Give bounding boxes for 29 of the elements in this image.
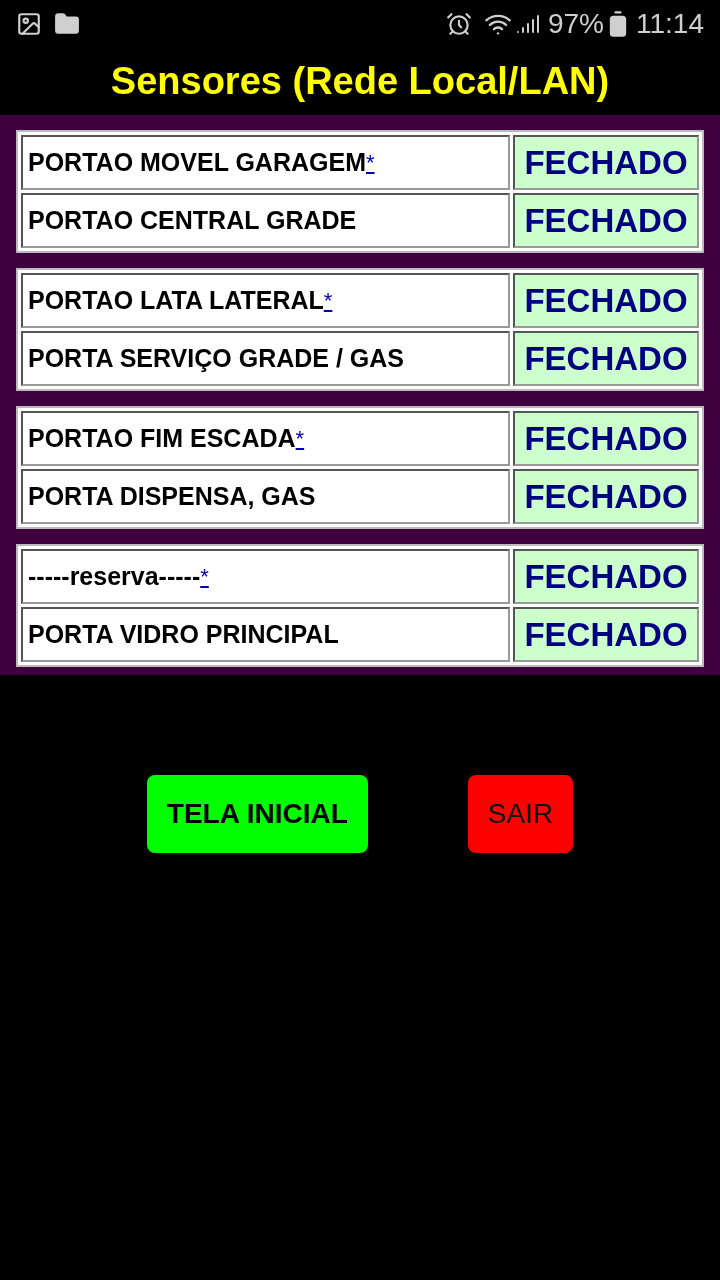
sensor-name: PORTAO FIM ESCADA [28,422,296,454]
sensor-name: PORTAO LATA LATERAL [28,284,324,316]
alarm-icon [445,11,472,37]
sensor-name: PORTAO CENTRAL GRADE [28,204,357,236]
detail-link[interactable]: * [295,422,305,455]
page-title: Sensores (Rede Local/LAN) [110,59,610,104]
detail-link[interactable]: * [323,284,333,317]
detail-link[interactable]: * [200,560,209,593]
sensor-name: PORTAO MOVEL GARAGEM [28,146,366,178]
status-cell: FECHADO [513,607,699,662]
status-cell: FECHADO [513,469,699,524]
status-cell: FECHADO [513,193,699,248]
image-icon [16,11,42,37]
detail-link[interactable]: * [366,146,375,179]
status-cell: FECHADO [513,411,699,466]
status-cell: FECHADO [513,331,699,386]
exit-button[interactable]: SAIR [467,775,574,853]
sensor-name: -----reserva----- [28,560,201,592]
status-cell: FECHADO [513,135,699,190]
signal-icon [515,12,540,36]
folder-icon [54,11,80,37]
clock: 11:14 [636,7,704,41]
battery-percent: 97% [547,7,604,41]
sensor-name: PORTA DISPENSA, GAS [28,480,316,512]
status-cell: FECHADO [513,549,699,604]
status-cell: FECHADO [513,273,699,328]
home-button[interactable]: TELA INICIAL [146,775,368,853]
sensor-name: PORTA SERVIÇO GRADE / GAS [28,342,404,374]
sensor-name: PORTA VIDRO PRINCIPAL [28,618,339,650]
